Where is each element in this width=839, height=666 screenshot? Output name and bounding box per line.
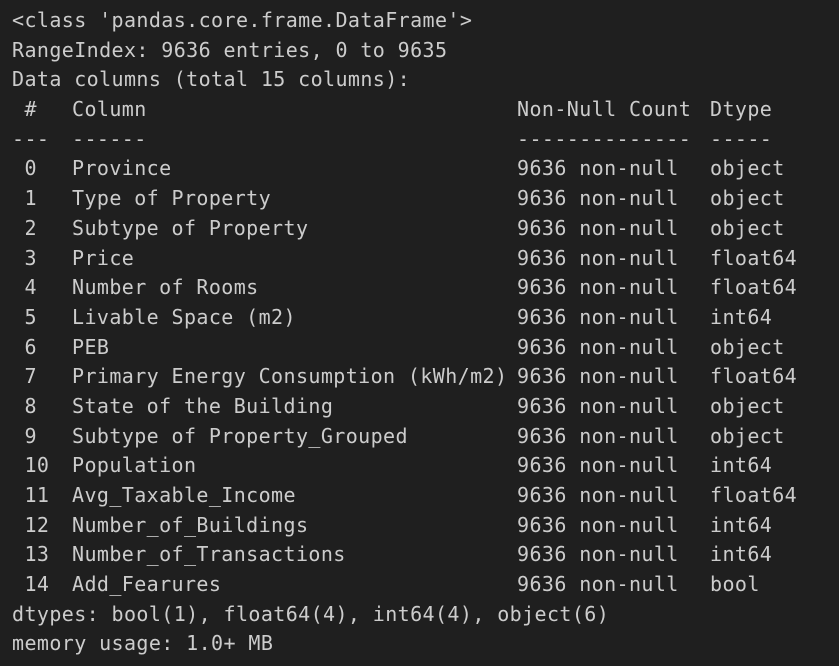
row-non-null-count: 9636 non-null xyxy=(517,304,679,329)
row-dtype: int64 xyxy=(710,512,773,537)
table-row: 14 Add_Fearures 9636 non-null bool xyxy=(12,570,839,600)
memory-usage-line: memory usage: 1.0+ MB xyxy=(12,631,274,656)
data-columns-line: Data columns (total 15 columns): xyxy=(12,67,411,92)
row-dtype: float64 xyxy=(710,364,798,389)
table-row: 3 Price 9636 non-null float64 xyxy=(12,244,839,274)
row-column-name: Subtype of Property_Grouped xyxy=(72,423,408,448)
row-non-null-count: 9636 non-null xyxy=(517,512,679,537)
row-index: 6 xyxy=(12,334,37,359)
separator-dtype: ----- xyxy=(710,126,773,151)
table-row: 0 Province 9636 non-null object xyxy=(12,154,839,184)
row-index: 4 xyxy=(12,275,37,300)
table-row: 7 Primary Energy Consumption (kWh/m2) 9636… xyxy=(12,362,839,392)
row-non-null-count: 9636 non-null xyxy=(517,156,679,181)
row-column-name: State of the Building xyxy=(72,393,334,418)
table-row: 2 Subtype of Property 9636 non-null object xyxy=(12,214,839,244)
row-non-null-count: 9636 non-null xyxy=(517,393,679,418)
row-dtype: object xyxy=(710,334,785,359)
row-column-name: Price xyxy=(72,245,135,270)
row-index: 14 xyxy=(12,572,50,597)
table-row: 9 Subtype of Property_Grouped 9636 non-nul… xyxy=(12,422,839,452)
row-non-null-count: 9636 non-null xyxy=(517,334,679,359)
row-column-name: Primary Energy Consumption (kWh/m2) xyxy=(72,364,508,389)
row-dtype: object xyxy=(710,186,785,211)
row-column-name: Province xyxy=(72,156,172,181)
row-index: 1 xyxy=(12,186,37,211)
row-index: 7 xyxy=(12,364,37,389)
row-index: 5 xyxy=(12,304,37,329)
row-index: 8 xyxy=(12,393,37,418)
table-header: # Column Non-Null Count Dtype xyxy=(12,95,839,125)
row-non-null-count: 9636 non-null xyxy=(517,453,679,478)
table-row: 13 Number_of_Transactions 9636 non-null int… xyxy=(12,540,839,570)
range-index-line: RangeIndex: 9636 entries, 0 to 9635 xyxy=(12,37,448,62)
row-dtype: object xyxy=(710,423,785,448)
row-column-name: Avg_Taxable_Income xyxy=(72,483,296,507)
row-index: 10 xyxy=(12,453,50,478)
row-index: 9 xyxy=(12,423,37,448)
separator-index: --- xyxy=(12,126,50,151)
row-index: 0 xyxy=(12,156,37,181)
table-separator: --- ------ -------------- ----- xyxy=(12,125,839,155)
table-row: 1 Type of Property 9636 non-null object xyxy=(12,184,839,214)
row-index: 11 xyxy=(12,483,50,507)
row-index: 2 xyxy=(12,215,37,240)
row-non-null-count: 9636 non-null xyxy=(517,572,679,597)
row-non-null-count: 9636 non-null xyxy=(517,275,679,300)
row-column-name: Add_Fearures xyxy=(72,572,222,597)
row-non-null-count: 9636 non-null xyxy=(517,245,679,270)
row-column-name: Number of Rooms xyxy=(72,275,259,300)
row-non-null-count: 9636 non-null xyxy=(517,364,679,389)
column-rows: 0 Province 9636 non-null object 1 Type of Pr… xyxy=(12,154,839,599)
row-index: 3 xyxy=(12,245,37,270)
table-row: 12 Number_of_Buildings 9636 non-null int64 xyxy=(12,511,839,541)
row-dtype: object xyxy=(710,393,785,418)
table-row: 11 Avg_Taxable_Income 9636 non-null float64 xyxy=(12,481,839,511)
row-dtype: object xyxy=(710,156,785,181)
table-row: 4 Number of Rooms 9636 non-null float64 xyxy=(12,273,839,303)
table-row: 8 State of the Building 9636 non-null objec… xyxy=(12,392,839,422)
row-dtype: float64 xyxy=(710,245,798,270)
dtypes-line: dtypes: bool(1), float64(4), int64(4), o… xyxy=(12,601,610,626)
table-row: 6 PEB 9636 non-null object xyxy=(12,333,839,363)
table-row: 10 Population 9636 non-null int64 xyxy=(12,451,839,481)
header-column: Column xyxy=(72,97,147,122)
row-column-name: Subtype of Property xyxy=(72,215,309,240)
row-dtype: bool xyxy=(710,572,760,597)
separator-column: ------ xyxy=(72,126,147,151)
row-non-null-count: 9636 non-null xyxy=(517,215,679,240)
row-dtype: float64 xyxy=(710,483,798,507)
row-column-name: Population xyxy=(72,453,197,478)
header-non-null: Non-Null Count xyxy=(517,97,692,122)
table-row: 5 Livable Space (m2) 9636 non-null int64 xyxy=(12,303,839,333)
separator-non-null: -------------- xyxy=(517,126,692,151)
row-dtype: int64 xyxy=(710,304,773,329)
row-index: 13 xyxy=(12,542,50,567)
row-non-null-count: 9636 non-null xyxy=(517,186,679,211)
row-dtype: float64 xyxy=(710,275,798,300)
row-non-null-count: 9636 non-null xyxy=(517,542,679,567)
row-dtype: int64 xyxy=(710,542,773,567)
row-non-null-count: 9636 non-null xyxy=(517,423,679,448)
notebook-output: <class 'pandas.core.frame.DataFrame'> Ra… xyxy=(0,0,839,666)
row-column-name: Type of Property xyxy=(72,186,272,211)
row-column-name: Number_of_Transactions xyxy=(72,542,346,567)
row-non-null-count: 9636 non-null xyxy=(517,483,679,507)
row-index: 12 xyxy=(12,512,50,537)
header-dtype: Dtype xyxy=(710,97,773,122)
row-column-name: Number_of_Buildings xyxy=(72,512,309,537)
header-index: # xyxy=(12,97,37,122)
row-column-name: PEB xyxy=(72,334,110,359)
row-dtype: object xyxy=(710,215,785,240)
row-column-name: Livable Space (m2) xyxy=(72,304,296,329)
class-line: <class 'pandas.core.frame.DataFrame'> xyxy=(12,8,473,32)
row-dtype: int64 xyxy=(710,453,773,478)
